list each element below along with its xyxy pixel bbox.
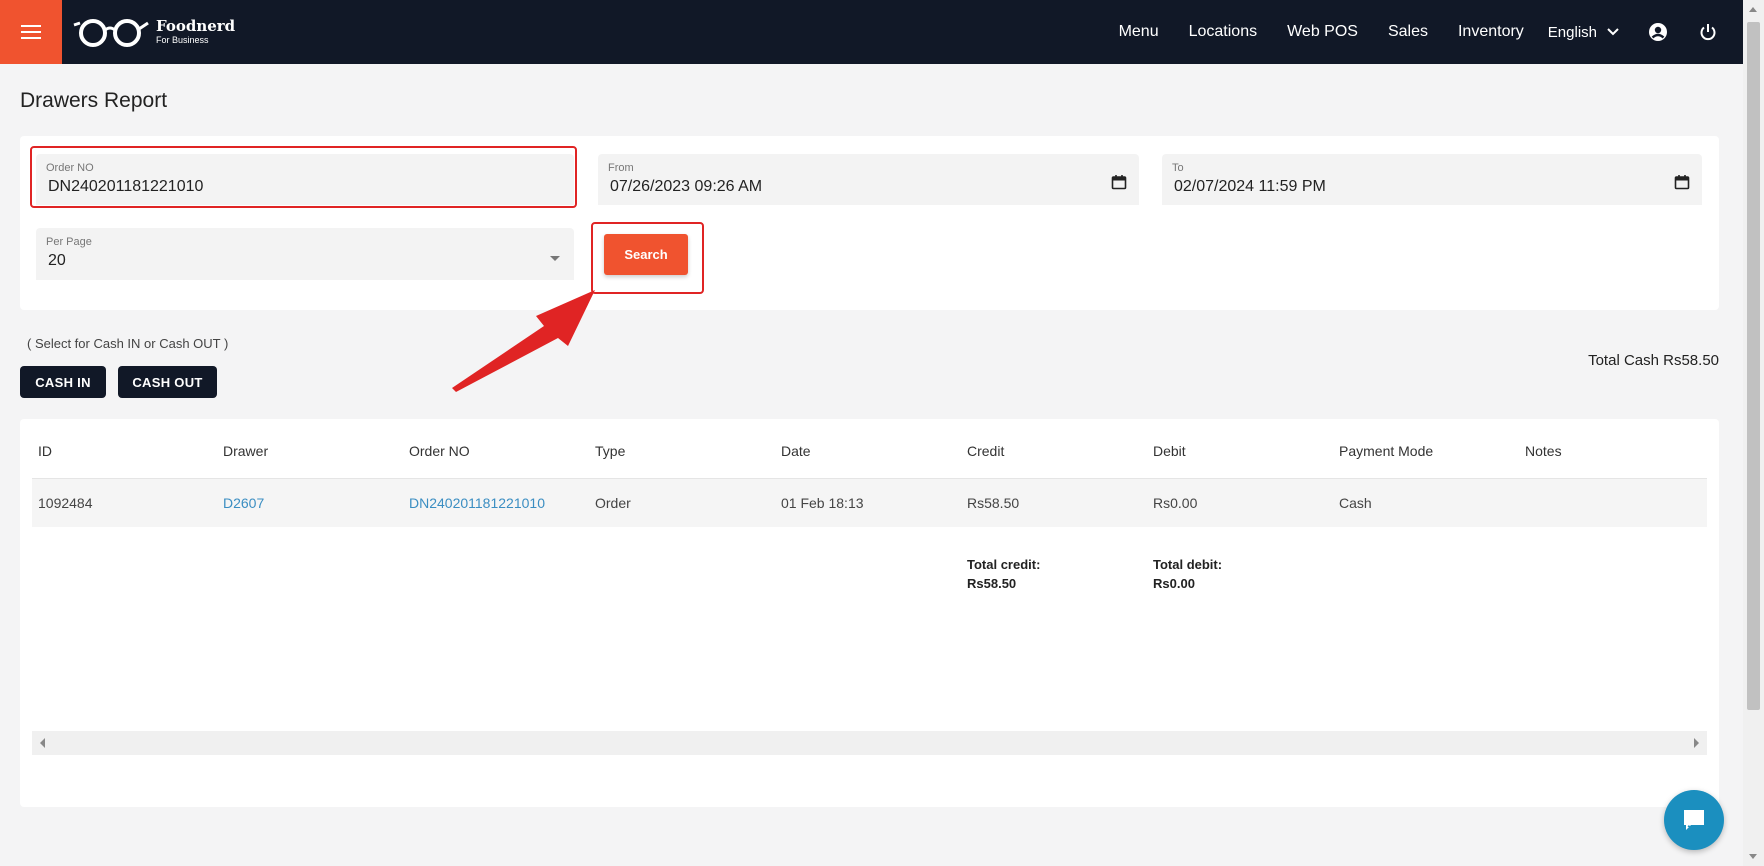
main-nav: Menu Locations Web POS Sales Inventory E…	[1104, 0, 1743, 64]
table-row[interactable]: 1092484 D2607 DN240201181221010 Order 01…	[32, 479, 1707, 527]
nav-item-menu[interactable]: Menu	[1119, 23, 1159, 41]
total-credit-value: Rs58.50	[967, 576, 1017, 591]
top-navbar: Foodnerd For Business Menu Locations Web…	[0, 0, 1743, 64]
brand-name: Foodnerd	[156, 17, 236, 35]
user-account-button[interactable]	[1647, 21, 1669, 43]
column-header-date: Date	[781, 443, 811, 459]
column-header-type: Type	[595, 443, 626, 459]
cell-drawer-link[interactable]: D2607	[223, 495, 264, 511]
column-header-credit: Credit	[967, 443, 1005, 459]
cell-debit: Rs0.00	[1153, 495, 1198, 511]
table-horizontal-scrollbar[interactable]	[32, 731, 1707, 755]
user-circle-icon	[1649, 23, 1667, 41]
column-header-id: ID	[38, 443, 52, 459]
scroll-down-icon[interactable]	[1749, 854, 1757, 859]
per-page-label: Per Page	[46, 236, 92, 248]
total-credit-label: Total credit:	[967, 557, 1041, 572]
power-icon	[1700, 24, 1716, 41]
column-header-notes: Notes	[1525, 443, 1562, 459]
scroll-up-icon[interactable]	[1749, 7, 1757, 12]
column-header-order-no: Order NO	[409, 443, 470, 459]
menu-button[interactable]	[0, 0, 62, 64]
total-debit-value: Rs0.00	[1153, 576, 1195, 591]
cash-in-button[interactable]: CASH IN	[20, 366, 106, 398]
scrollbar-thumb[interactable]	[1747, 22, 1760, 710]
dropdown-caret-icon	[550, 256, 560, 261]
to-date-label: To	[1172, 162, 1184, 174]
nav-item-web-pos[interactable]: Web POS	[1287, 23, 1358, 41]
drawers-table-card: ID Drawer Order NO Type Date Credit Debi…	[20, 419, 1719, 807]
chevron-down-icon	[1607, 28, 1619, 36]
total-debit: Total debit: Rs0.00	[1153, 555, 1222, 593]
cell-type: Order	[595, 495, 631, 511]
from-date-field[interactable]: From 07/26/2023 09:26 AM	[598, 154, 1139, 205]
cell-date: 01 Feb 18:13	[781, 495, 864, 511]
to-date-field[interactable]: To 02/07/2024 11:59 PM	[1162, 154, 1702, 205]
column-header-payment-mode: Payment Mode	[1339, 443, 1434, 459]
language-selector[interactable]: English	[1548, 24, 1619, 41]
logout-button[interactable]	[1697, 21, 1719, 43]
nav-item-sales[interactable]: Sales	[1388, 23, 1428, 41]
nav-item-inventory[interactable]: Inventory	[1458, 23, 1524, 41]
scroll-right-icon[interactable]	[1694, 738, 1699, 748]
calendar-icon[interactable]	[1111, 174, 1127, 190]
total-debit-label: Total debit:	[1153, 557, 1223, 572]
brand-logo[interactable]: Foodnerd For Business	[72, 17, 235, 47]
cash-out-button[interactable]: CASH OUT	[118, 366, 217, 398]
chat-icon	[1684, 810, 1704, 830]
chat-widget-button[interactable]	[1664, 790, 1724, 850]
column-header-drawer: Drawer	[223, 443, 269, 459]
total-cash-label: Total Cash Rs58.50	[1588, 352, 1719, 369]
nav-item-locations[interactable]: Locations	[1189, 23, 1258, 41]
per-page-select[interactable]: Per Page 20	[36, 228, 574, 280]
order-no-highlight	[30, 146, 577, 208]
cash-hint-text: ( Select for Cash IN or Cash OUT )	[27, 336, 229, 351]
cell-payment-mode: Cash	[1339, 495, 1372, 511]
table-header: ID Drawer Order NO Type Date Credit Debi…	[32, 419, 1707, 479]
calendar-icon[interactable]	[1674, 174, 1690, 190]
brand-tagline: For Business	[156, 35, 209, 45]
to-date-input[interactable]: 02/07/2024 11:59 PM	[1174, 178, 1326, 196]
page-scrollbar[interactable]	[1743, 0, 1764, 866]
annotation-arrow	[452, 290, 595, 392]
from-date-label: From	[608, 162, 634, 174]
per-page-value: 20	[48, 252, 66, 269]
cell-order-no-link[interactable]: DN240201181221010	[409, 495, 545, 511]
column-header-debit: Debit	[1153, 443, 1186, 459]
cell-credit: Rs58.50	[967, 495, 1020, 511]
search-highlight	[591, 222, 704, 294]
cell-id: 1092484	[38, 495, 93, 511]
page-title: Drawers Report	[20, 89, 168, 112]
from-date-input[interactable]: 07/26/2023 09:26 AM	[610, 178, 762, 196]
glasses-logo-icon	[73, 19, 149, 47]
total-credit: Total credit: Rs58.50	[967, 555, 1040, 593]
menu-icon	[21, 21, 41, 43]
scroll-left-icon[interactable]	[40, 738, 45, 748]
language-label: English	[1547, 23, 1597, 41]
